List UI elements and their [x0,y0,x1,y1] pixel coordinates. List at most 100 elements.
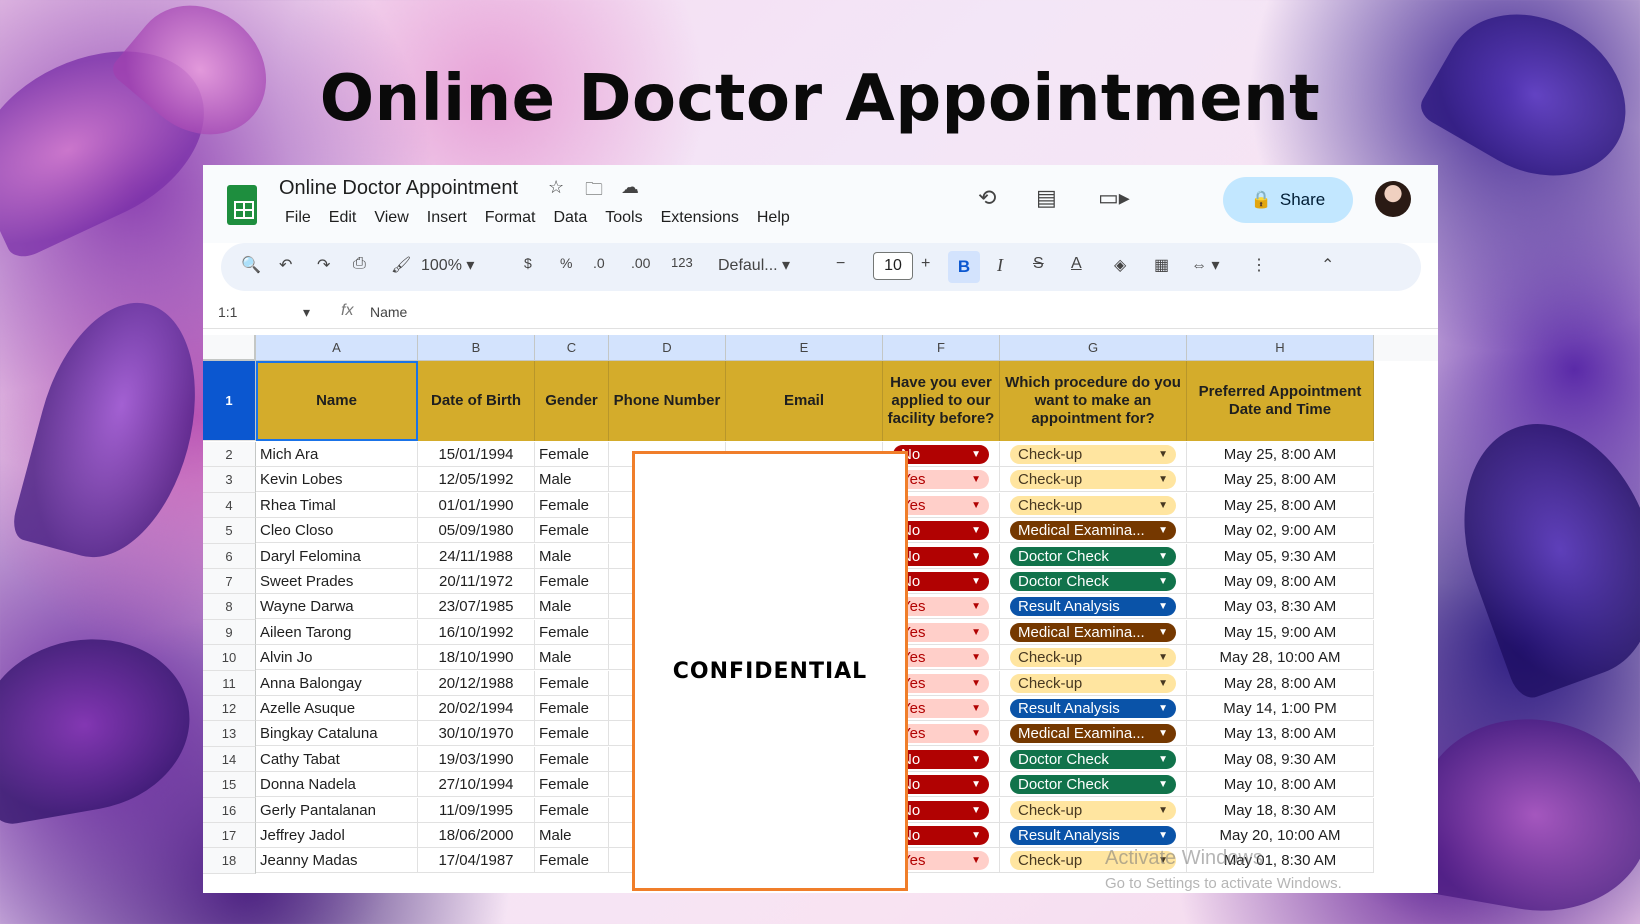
borders-icon[interactable]: ▦ [1154,255,1169,275]
dob-cell[interactable]: 11/09/1995 [418,797,535,823]
row-header[interactable]: 5 [203,518,256,544]
fill-color-icon[interactable]: ◈ [1114,255,1126,275]
text-color-icon[interactable]: A [1071,255,1082,273]
sheets-logo-icon[interactable] [227,185,257,225]
appointment-date-cell[interactable]: May 28, 8:00 AM [1187,670,1374,696]
procedure-dropdown-chip[interactable]: Medical Examina... ▼ [1010,622,1176,642]
select-all-corner[interactable] [203,335,256,361]
meet-camera-icon[interactable]: ▭▸ [1098,185,1130,211]
bold-button[interactable]: B [948,251,980,283]
font-size-input[interactable]: 10 [873,252,913,280]
menu-item-data[interactable]: Data [544,209,596,227]
share-button[interactable]: 🔒 Share [1223,177,1353,223]
appointment-date-cell[interactable]: May 25, 8:00 AM [1187,492,1374,518]
italic-button[interactable]: I [997,255,1003,276]
procedure-dropdown-chip[interactable]: Result Analysis ▼ [1010,826,1176,845]
procedure-dropdown[interactable]: Doctor Check ▼ [1000,543,1187,569]
row-header[interactable]: 7 [203,569,256,595]
version-history-icon[interactable]: ⟲ [978,185,996,211]
gender-cell[interactable]: Female [535,670,609,696]
gender-cell[interactable]: Male [535,823,609,848]
dob-cell[interactable]: 16/10/1992 [418,619,535,645]
comments-icon[interactable]: ▤ [1036,185,1057,211]
dob-cell[interactable]: 20/02/1994 [418,696,535,721]
appointment-date-cell[interactable]: May 05, 9:30 AM [1187,543,1374,569]
dob-cell[interactable]: 15/01/1994 [418,442,535,467]
row-header[interactable]: 4 [203,492,256,519]
name-cell[interactable]: Daryl Felomina [256,543,418,569]
procedure-dropdown-chip[interactable]: Medical Examina... ▼ [1010,521,1176,541]
appointment-date-cell[interactable]: May 15, 9:00 AM [1187,619,1374,645]
currency-format-button[interactable]: $ [524,255,532,271]
dob-cell[interactable]: 27/10/1994 [418,772,535,798]
header-cell-b[interactable]: Date of Birth [418,361,535,441]
procedure-dropdown-chip[interactable]: Check-up ▼ [1010,673,1176,693]
dob-cell[interactable]: 01/01/1990 [418,492,535,518]
collapse-menu-icon[interactable]: ⌃ [1321,255,1334,275]
dob-cell[interactable]: 30/10/1970 [418,721,535,747]
dob-cell[interactable]: 23/07/1985 [418,594,535,620]
dob-cell[interactable]: 05/09/1980 [418,518,535,544]
procedure-dropdown-chip[interactable]: Result Analysis ▼ [1010,699,1176,718]
gender-cell[interactable]: Female [535,696,609,721]
menu-item-extensions[interactable]: Extensions [652,209,748,227]
row-header[interactable]: 11 [203,670,256,696]
procedure-dropdown[interactable]: Check-up ▼ [1000,670,1187,696]
procedure-dropdown[interactable]: Doctor Check ▼ [1000,569,1187,594]
column-header-f[interactable]: F [883,335,1000,361]
appointment-date-cell[interactable]: May 02, 9:00 AM [1187,518,1374,544]
appointment-date-cell[interactable]: May 25, 8:00 AM [1187,442,1374,467]
cloud-status-icon[interactable]: ☁ [621,177,639,198]
procedure-dropdown-chip[interactable]: Result Analysis ▼ [1010,597,1176,617]
star-icon[interactable]: ☆ [548,177,564,198]
gender-cell[interactable]: Female [535,518,609,544]
procedure-dropdown[interactable]: Result Analysis ▼ [1000,823,1187,848]
procedure-dropdown[interactable]: Result Analysis ▼ [1000,594,1187,620]
name-cell[interactable]: Cleo Closo [256,518,418,544]
column-header-d[interactable]: D [609,335,726,361]
row-header[interactable]: 18 [203,848,256,874]
header-cell-a[interactable]: Name [256,361,418,441]
menu-item-help[interactable]: Help [748,209,799,227]
procedure-dropdown[interactable]: Medical Examina... ▼ [1000,619,1187,645]
gender-cell[interactable]: Female [535,721,609,747]
row-header[interactable]: 15 [203,772,256,798]
appointment-date-cell[interactable]: May 10, 8:00 AM [1187,772,1374,798]
search-icon[interactable]: 🔍 [241,255,261,275]
appointment-date-cell[interactable]: May 08, 9:30 AM [1187,746,1374,772]
more-options-icon[interactable]: ⋮ [1251,255,1267,275]
undo-icon[interactable]: ↶ [279,255,292,275]
appointment-date-cell[interactable]: May 09, 8:00 AM [1187,569,1374,594]
dob-cell[interactable]: 24/11/1988 [418,543,535,569]
header-cell-g[interactable]: Which procedure do you want to make an a… [1000,361,1187,441]
font-select[interactable]: Defaul... ▾ [718,255,790,275]
column-header-e[interactable]: E [726,335,883,361]
column-header-c[interactable]: C [535,335,609,361]
strikethrough-icon[interactable]: S [1033,255,1044,273]
row-header[interactable]: 3 [203,467,256,493]
row-header[interactable]: 9 [203,619,256,646]
menu-item-edit[interactable]: Edit [320,209,366,227]
gender-cell[interactable]: Female [535,619,609,645]
dob-cell[interactable]: 12/05/1992 [418,467,535,493]
gender-cell[interactable]: Male [535,467,609,493]
procedure-dropdown-chip[interactable]: Check-up ▼ [1010,445,1176,464]
decrease-decimal-button[interactable]: .0 [593,255,605,271]
name-cell[interactable]: Cathy Tabat [256,746,418,772]
name-cell[interactable]: Jeanny Madas [256,848,418,874]
procedure-dropdown[interactable]: Check-up ▼ [1000,467,1187,493]
name-box[interactable]: 1:1 ▾ [218,304,310,320]
column-header-g[interactable]: G [1000,335,1187,361]
gender-cell[interactable]: Female [535,797,609,823]
dob-cell[interactable]: 18/06/2000 [418,823,535,848]
merge-cells-icon[interactable]: ⇔ ▾ [1191,255,1219,275]
row-header[interactable]: 2 [203,442,256,468]
name-cell[interactable]: Kevin Lobes [256,467,418,493]
procedure-dropdown[interactable]: Doctor Check ▼ [1000,746,1187,772]
gender-cell[interactable]: Female [535,746,609,772]
procedure-dropdown[interactable]: Check-up ▼ [1000,442,1187,467]
dob-cell[interactable]: 20/12/1988 [418,670,535,696]
procedure-dropdown[interactable]: Medical Examina... ▼ [1000,721,1187,747]
increase-decimal-button[interactable]: .00 [631,255,650,271]
header-cell-c[interactable]: Gender [535,361,609,441]
